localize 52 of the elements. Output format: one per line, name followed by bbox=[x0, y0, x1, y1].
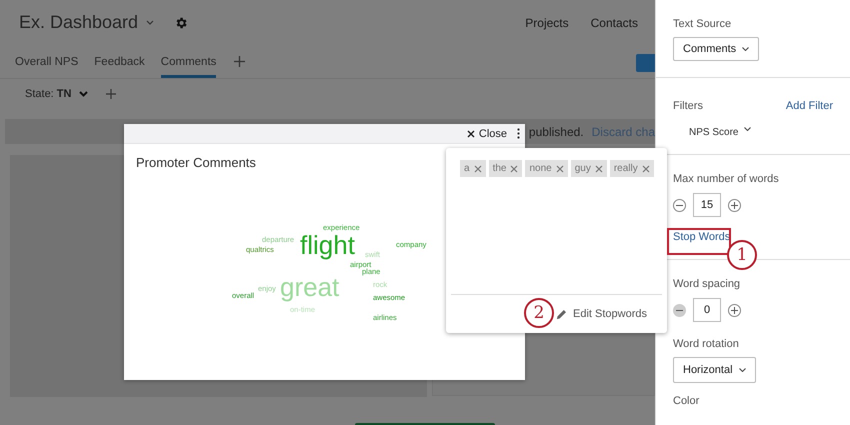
edit-stopwords-link[interactable]: Edit Stopwords bbox=[573, 308, 647, 320]
add-filter-link[interactable]: Add Filter bbox=[786, 100, 833, 112]
pencil-icon[interactable] bbox=[556, 308, 568, 320]
field-label: Text Source bbox=[673, 18, 732, 30]
remove-icon[interactable] bbox=[474, 164, 482, 172]
number-field[interactable]: 15 bbox=[693, 193, 721, 217]
remove-icon[interactable] bbox=[556, 164, 564, 172]
state-filter[interactable]: State: TN bbox=[25, 88, 72, 100]
word-rotation-dropdown[interactable]: Horizontal bbox=[673, 357, 756, 383]
chart-title: Promoter Comments bbox=[136, 155, 256, 170]
notice-text: published. bbox=[528, 124, 584, 138]
nav-link[interactable]: Projects bbox=[525, 16, 569, 30]
chevron-icon bbox=[738, 368, 746, 372]
add-icon[interactable] bbox=[234, 56, 246, 67]
chevron-icon bbox=[742, 47, 750, 51]
more-icon[interactable] bbox=[517, 128, 520, 139]
number-field[interactable]: 0 bbox=[693, 298, 721, 322]
cloud-word: flight bbox=[300, 232, 355, 258]
text-source-dropdown[interactable]: Comments bbox=[673, 37, 760, 61]
remove-icon[interactable] bbox=[594, 164, 603, 172]
cloud-word: great bbox=[280, 274, 340, 300]
chevron-icon bbox=[744, 127, 752, 131]
plus-icon bbox=[731, 202, 738, 208]
dashboard-tab[interactable]: Comments bbox=[160, 45, 216, 78]
increment-button[interactable] bbox=[728, 304, 741, 316]
chevron-icon[interactable] bbox=[79, 91, 88, 97]
stopword-tag[interactable]: guy bbox=[570, 160, 607, 177]
add-icon[interactable] bbox=[106, 89, 116, 99]
stopword-tag[interactable]: none bbox=[525, 160, 568, 177]
increment-button[interactable] bbox=[728, 198, 741, 212]
dashboard-tab[interactable]: Overall NPS bbox=[15, 45, 78, 78]
field-label: Word rotation bbox=[673, 338, 740, 350]
remove-icon[interactable] bbox=[642, 164, 650, 172]
stopword-tag[interactable]: a bbox=[460, 160, 486, 177]
stopword-tag[interactable]: really bbox=[610, 160, 654, 177]
dashboard-tab[interactable]: Feedback bbox=[94, 45, 145, 78]
stopword-tag[interactable]: the bbox=[488, 160, 522, 177]
close-button[interactable]: Close bbox=[466, 128, 507, 140]
remove-icon[interactable] bbox=[510, 164, 518, 172]
field-label: Filters bbox=[673, 100, 703, 112]
caret-icon[interactable] bbox=[146, 20, 154, 25]
field-label: Max number of words bbox=[673, 173, 780, 185]
field-label: Word spacing bbox=[673, 278, 742, 290]
filter-dropdown[interactable]: NPS Score bbox=[689, 127, 752, 138]
stop-words-link[interactable]: Stop Words bbox=[673, 231, 730, 243]
close-icon bbox=[466, 130, 475, 138]
settings-icon[interactable] bbox=[174, 16, 188, 30]
plus-icon bbox=[731, 306, 738, 314]
nav-link[interactable]: Contacts bbox=[590, 16, 638, 30]
decrement-button[interactable] bbox=[673, 198, 686, 212]
dashboard-title[interactable]: Ex. Dashboard bbox=[19, 12, 138, 33]
field-label: Color bbox=[673, 395, 700, 407]
